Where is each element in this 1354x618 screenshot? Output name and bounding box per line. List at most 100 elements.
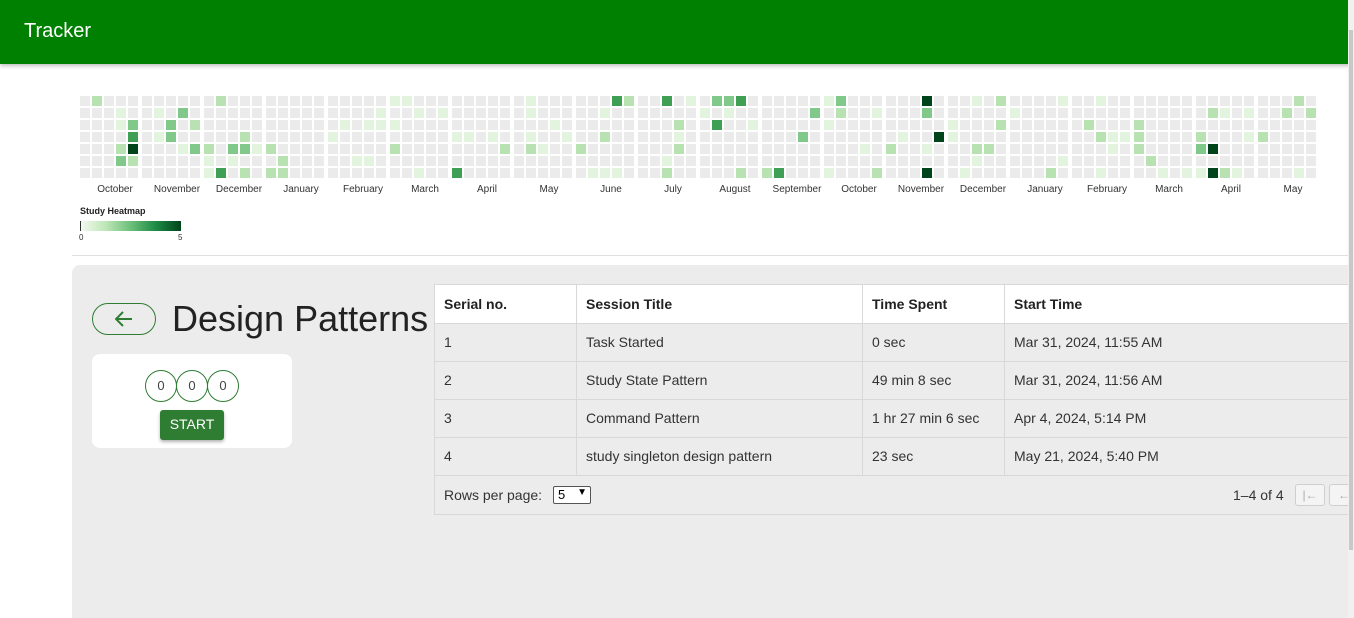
- heatmap-cell[interactable]: [514, 120, 524, 130]
- heatmap-cell[interactable]: [500, 168, 510, 178]
- heatmap-cell[interactable]: [1096, 132, 1106, 142]
- heatmap-cell[interactable]: [674, 108, 684, 118]
- rows-per-page-select[interactable]: 5 ▼: [553, 486, 591, 504]
- heatmap-cell[interactable]: [662, 132, 672, 142]
- heatmap-cell[interactable]: [562, 96, 572, 106]
- heatmap-cell[interactable]: [1134, 144, 1144, 154]
- heatmap-cell[interactable]: [836, 120, 846, 130]
- heatmap-cell[interactable]: [674, 144, 684, 154]
- heatmap-cell[interactable]: [438, 120, 448, 130]
- heatmap-cell[interactable]: [228, 144, 238, 154]
- heatmap-cell[interactable]: [80, 96, 90, 106]
- heatmap-cell[interactable]: [302, 156, 312, 166]
- heatmap-cell[interactable]: [748, 168, 758, 178]
- heatmap-cell[interactable]: [1010, 120, 1020, 130]
- heatmap-cell[interactable]: [1120, 156, 1130, 166]
- heatmap-cell[interactable]: [774, 96, 784, 106]
- heatmap-cell[interactable]: [290, 96, 300, 106]
- heatmap-cell[interactable]: [500, 120, 510, 130]
- heatmap-cell[interactable]: [898, 132, 908, 142]
- heatmap-cell[interactable]: [972, 132, 982, 142]
- heatmap-cell[interactable]: [438, 144, 448, 154]
- heatmap-cell[interactable]: [686, 132, 696, 142]
- heatmap-cell[interactable]: [762, 144, 772, 154]
- heatmap-cell[interactable]: [624, 144, 634, 154]
- heatmap-cell[interactable]: [1258, 168, 1268, 178]
- heatmap-cell[interactable]: [92, 132, 102, 142]
- heatmap-cell[interactable]: [376, 156, 386, 166]
- heatmap-cell[interactable]: [774, 168, 784, 178]
- heatmap-cell[interactable]: [538, 120, 548, 130]
- heatmap-cell[interactable]: [1108, 168, 1118, 178]
- heatmap-cell[interactable]: [128, 144, 138, 154]
- heatmap-cell[interactable]: [1294, 120, 1304, 130]
- heatmap-cell[interactable]: [588, 96, 598, 106]
- heatmap-cell[interactable]: [948, 108, 958, 118]
- heatmap-cell[interactable]: [588, 168, 598, 178]
- heatmap-cell[interactable]: [934, 108, 944, 118]
- heatmap-cell[interactable]: [1220, 96, 1230, 106]
- heatmap-cell[interactable]: [674, 120, 684, 130]
- heatmap-cell[interactable]: [538, 132, 548, 142]
- heatmap-cell[interactable]: [562, 120, 572, 130]
- heatmap-cell[interactable]: [1282, 156, 1292, 166]
- heatmap-cell[interactable]: [1282, 144, 1292, 154]
- heatmap-cell[interactable]: [1244, 96, 1254, 106]
- heatmap-cell[interactable]: [860, 120, 870, 130]
- heatmap-cell[interactable]: [1108, 108, 1118, 118]
- heatmap-cell[interactable]: [836, 156, 846, 166]
- heatmap-cell[interactable]: [1208, 108, 1218, 118]
- heatmap-cell[interactable]: [810, 132, 820, 142]
- heatmap-cell[interactable]: [600, 156, 610, 166]
- heatmap-cell[interactable]: [414, 144, 424, 154]
- heatmap-cell[interactable]: [376, 120, 386, 130]
- heatmap-cell[interactable]: [848, 108, 858, 118]
- heatmap-cell[interactable]: [154, 132, 164, 142]
- heatmap-cell[interactable]: [116, 144, 126, 154]
- heatmap-cell[interactable]: [426, 168, 436, 178]
- heatmap-cell[interactable]: [1170, 96, 1180, 106]
- heatmap-cell[interactable]: [798, 144, 808, 154]
- heatmap-cell[interactable]: [984, 96, 994, 106]
- heatmap-cell[interactable]: [376, 132, 386, 142]
- heatmap-cell[interactable]: [1170, 144, 1180, 154]
- heatmap-cell[interactable]: [1108, 120, 1118, 130]
- heatmap-cell[interactable]: [650, 144, 660, 154]
- heatmap-cell[interactable]: [600, 144, 610, 154]
- heatmap-cell[interactable]: [972, 96, 982, 106]
- heatmap-cell[interactable]: [376, 96, 386, 106]
- heatmap-cell[interactable]: [1170, 132, 1180, 142]
- start-button[interactable]: START: [160, 410, 224, 440]
- heatmap-cell[interactable]: [1244, 132, 1254, 142]
- heatmap-cell[interactable]: [638, 168, 648, 178]
- heatmap-cell[interactable]: [1146, 156, 1156, 166]
- heatmap-cell[interactable]: [104, 144, 114, 154]
- heatmap-cell[interactable]: [562, 132, 572, 142]
- heatmap-cell[interactable]: [142, 132, 152, 142]
- heatmap-cell[interactable]: [1182, 132, 1192, 142]
- heatmap-cell[interactable]: [960, 120, 970, 130]
- heatmap-cell[interactable]: [550, 96, 560, 106]
- heatmap-cell[interactable]: [748, 132, 758, 142]
- heatmap-cell[interactable]: [1022, 96, 1032, 106]
- heatmap-cell[interactable]: [240, 96, 250, 106]
- heatmap-cell[interactable]: [836, 144, 846, 154]
- heatmap-cell[interactable]: [142, 144, 152, 154]
- heatmap-cell[interactable]: [1046, 132, 1056, 142]
- heatmap-cell[interactable]: [1170, 120, 1180, 130]
- heatmap-cell[interactable]: [774, 120, 784, 130]
- heatmap-cell[interactable]: [1146, 108, 1156, 118]
- heatmap-cell[interactable]: [402, 108, 412, 118]
- heatmap-cell[interactable]: [376, 108, 386, 118]
- heatmap-cell[interactable]: [154, 120, 164, 130]
- heatmap-cell[interactable]: [1306, 108, 1316, 118]
- heatmap-cell[interactable]: [340, 156, 350, 166]
- heatmap-cell[interactable]: [960, 168, 970, 178]
- heatmap-cell[interactable]: [302, 120, 312, 130]
- heatmap-cell[interactable]: [452, 132, 462, 142]
- heatmap-cell[interactable]: [984, 120, 994, 130]
- heatmap-cell[interactable]: [612, 144, 622, 154]
- heatmap-cell[interactable]: [886, 168, 896, 178]
- heatmap-cell[interactable]: [1244, 144, 1254, 154]
- heatmap-cell[interactable]: [1010, 96, 1020, 106]
